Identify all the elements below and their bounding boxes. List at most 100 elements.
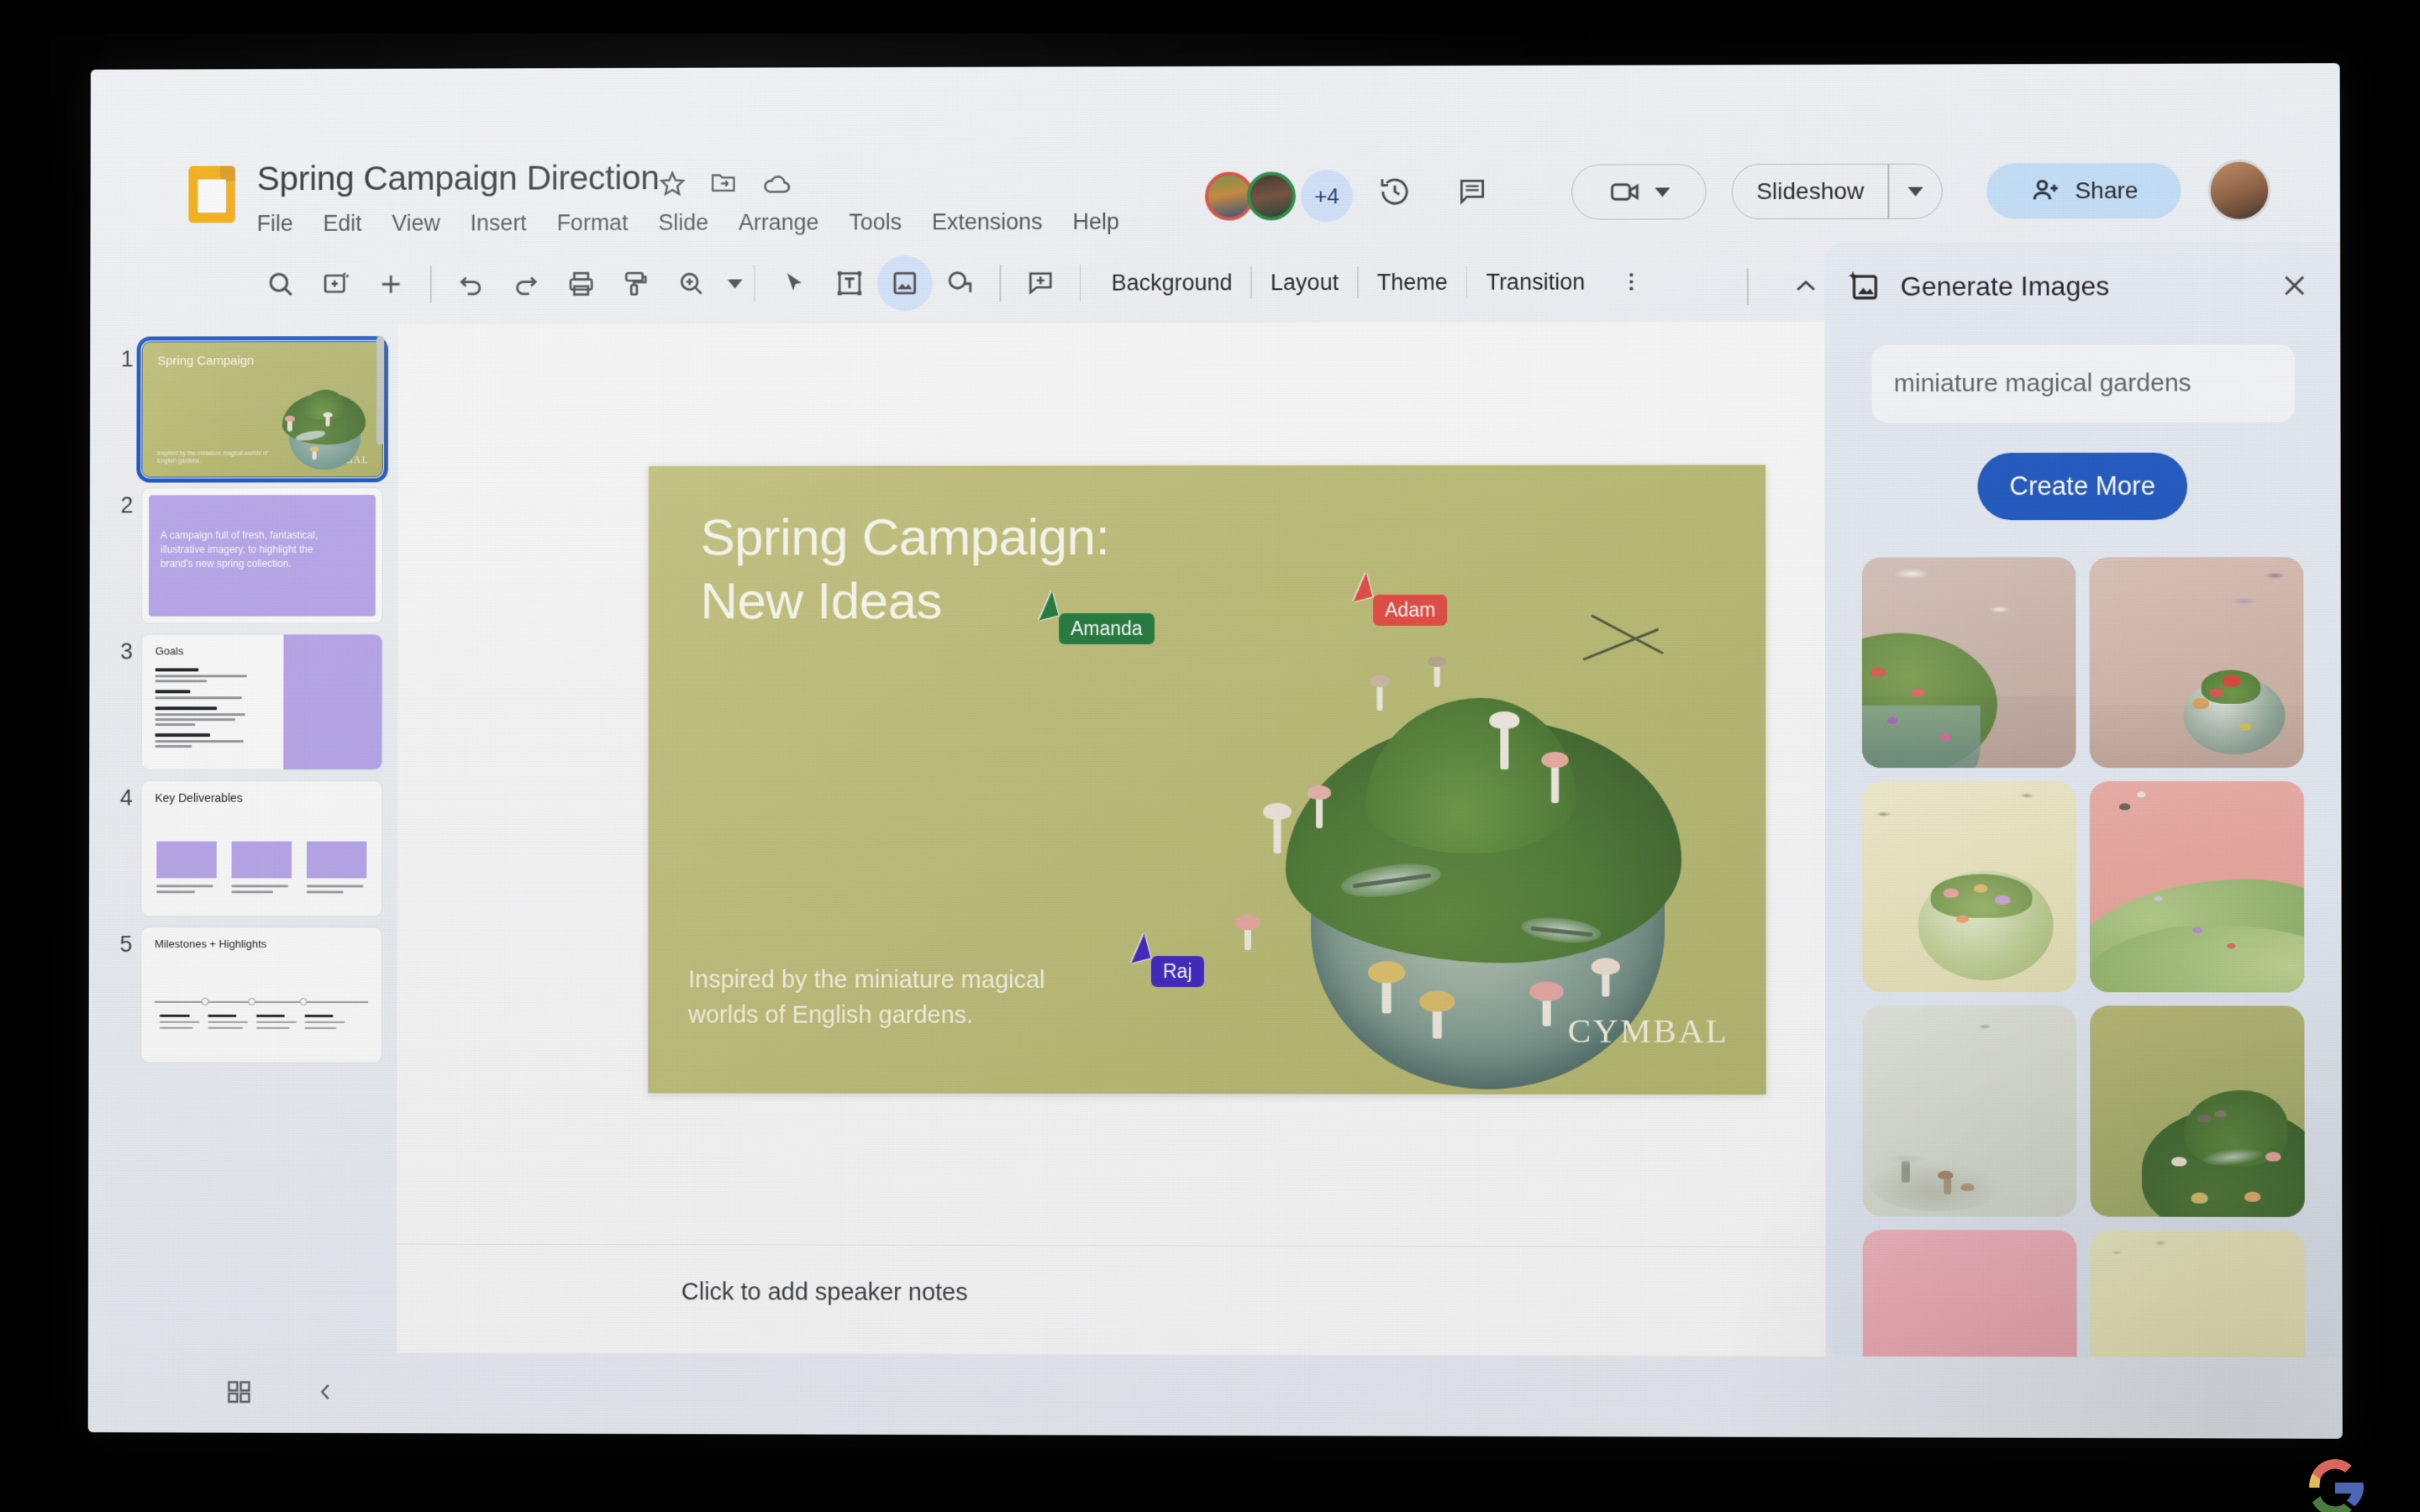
background-button[interactable]: Background [1093,263,1251,302]
menu-tools[interactable]: Tools [834,206,917,239]
add-icon[interactable] [363,256,418,312]
current-slide[interactable]: Spring Campaign: New Ideas Inspired by t… [648,465,1766,1095]
generated-image-3[interactable] [1862,781,2077,993]
generated-image-2[interactable] [2089,557,2304,769]
menu-view[interactable]: View [376,207,455,240]
shape-icon[interactable] [933,255,988,311]
thumb-line [208,1021,249,1024]
menu-bar: File Edit View Insert Format Slide Arran… [257,206,1134,240]
layout-button[interactable]: Layout [1252,263,1357,302]
menu-extensions[interactable]: Extensions [917,206,1058,239]
speaker-notes-pane[interactable]: Click to add speaker notes [397,1243,1826,1357]
slide-thumbnail[interactable]: Milestones + Highlights [140,927,383,1063]
avatar[interactable] [1246,171,1296,221]
floor-shading [1861,696,2076,769]
menu-arrange[interactable]: Arrange [723,207,834,239]
cloud-saved-icon[interactable] [761,168,795,202]
new-slide-icon[interactable] [308,257,364,312]
meet-button[interactable] [1571,164,1707,220]
menu-file[interactable]: File [257,207,308,240]
generated-image-6[interactable] [2090,1005,2305,1217]
mushroom-icon [2265,1152,2281,1162]
divider [429,265,432,303]
generated-results-grid[interactable] [1833,545,2334,1358]
more-vertical-icon[interactable] [1603,254,1659,309]
thumb-line [155,713,245,716]
user-avatar[interactable] [2207,159,2271,222]
thumb-line [155,733,211,737]
slide-thumbnail[interactable]: Spring Campaign Inspired by the miniatur… [136,336,389,483]
generated-image-5[interactable] [1862,1005,2077,1217]
mushroom-icon [2191,1192,2208,1204]
filmstrip-slide-1[interactable]: 1 Spring Campaign Inspired by the miniat… [90,336,398,483]
thumb-image-block [306,841,367,879]
close-icon[interactable] [2274,265,2314,306]
version-history-icon[interactable] [1370,166,1420,217]
generated-image-1[interactable] [1861,557,2076,769]
redo-icon[interactable] [498,256,554,312]
slide-thumbnail[interactable]: Key Deliverables [140,780,383,917]
chevron-down-icon[interactable] [1655,186,1670,197]
zoom-icon[interactable] [664,256,719,312]
menu-format[interactable]: Format [542,207,644,239]
thumb-line [155,668,199,671]
collaborators-overflow-badge[interactable]: +4 [1300,170,1353,223]
menu-slide[interactable]: Slide [643,207,723,239]
theme-button[interactable]: Theme [1359,262,1466,302]
add-comment-icon[interactable] [1013,255,1068,311]
slideshow-label: Slideshow [1756,177,1865,205]
slide-thumbnail[interactable]: A campaign full of fresh, fantastical, i… [141,487,383,624]
slide-filmstrip[interactable]: 1 Spring Campaign Inspired by the miniat… [88,324,398,1352]
generated-image-8[interactable] [2090,1230,2306,1358]
print-icon[interactable] [553,256,608,312]
slide-number: 2 [120,492,134,518]
filmstrip-scrollbar[interactable] [376,336,385,445]
cursor-arrow-icon [1124,933,1151,963]
thumb-line [231,885,289,887]
app-bar: Spring Campaign Direction File Edit View… [91,63,2340,236]
chevron-left-icon[interactable] [302,1368,350,1416]
slide-number: 3 [120,638,134,664]
insert-image-icon[interactable] [877,255,933,312]
slide-caption[interactable]: Inspired by the miniature magical worlds… [688,963,1045,1033]
thumb-line [155,718,235,721]
filmstrip-slide-3[interactable]: 3 Goals [89,633,397,770]
transition-button[interactable]: Transition [1467,262,1603,302]
filmstrip-slide-5[interactable]: 5 Milestones + Highlights [89,927,397,1063]
menu-insert[interactable]: Insert [455,207,542,239]
paint-format-icon[interactable] [608,256,664,312]
document-title[interactable]: Spring Campaign Direction [257,158,660,198]
generate-images-panel[interactable]: Generate Images miniature magical garden… [1824,241,2343,1358]
divider [1080,264,1081,302]
star-icon[interactable] [657,168,691,202]
grid-view-icon[interactable] [215,1368,264,1416]
search-icon[interactable] [254,257,309,312]
slideshow-options-chevron[interactable] [1889,186,1941,197]
thumb-title: Goals [155,644,184,658]
undo-icon[interactable] [443,256,498,312]
menu-help[interactable]: Help [1058,206,1134,239]
menu-edit[interactable]: Edit [308,207,377,240]
filmstrip-slide-2[interactable]: 2 A campaign full of fresh, fantastical,… [90,487,398,624]
thumb-caption: Inspired by the miniature magical worlds… [157,450,268,465]
slide-thumbnail[interactable]: Goals [140,633,383,770]
generated-image-7[interactable] [1862,1230,2077,1358]
generated-image-4[interactable] [2089,781,2305,993]
create-more-button[interactable]: Create More [1977,452,2188,521]
mushroom-icon [2209,688,2223,697]
share-button[interactable]: Share [1986,162,2181,219]
slide-canvas[interactable]: Spring Campaign: New Ideas Inspired by t… [397,322,1826,1247]
slideshow-button[interactable]: Slideshow [1731,163,1943,220]
thumb-timeline-dot [248,997,256,1005]
chevron-down-icon [1907,186,1923,197]
comment-icon[interactable] [1447,166,1497,217]
select-tool-icon[interactable] [767,255,823,311]
thumb-line [304,1021,345,1024]
move-to-folder-icon[interactable] [709,168,743,202]
zoom-chevron-down-icon[interactable] [727,279,743,289]
filmstrip-slide-4[interactable]: 4 Key Deliverables [89,780,397,917]
text-box-icon[interactable] [822,255,877,311]
thumb-line [159,1014,190,1017]
prompt-input[interactable]: miniature magical gardens [1871,344,2296,423]
thumb-line [208,1014,237,1017]
